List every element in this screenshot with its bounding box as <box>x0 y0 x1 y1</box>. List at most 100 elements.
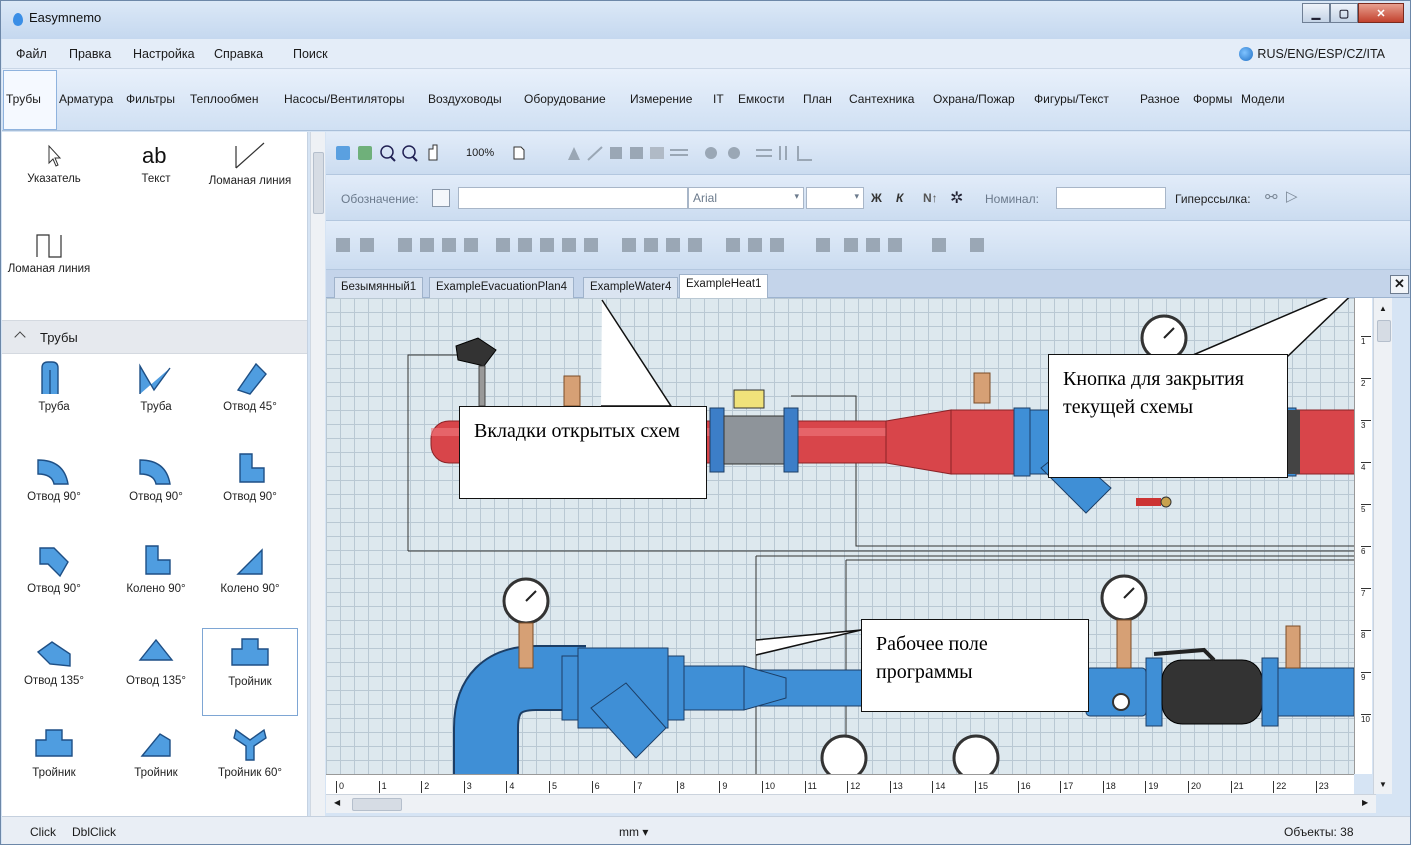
tool-text-label: Текст <box>141 173 171 185</box>
ruler-h-label: 13 <box>889 781 903 793</box>
menu-help[interactable]: Справка <box>214 47 263 61</box>
pipe-item[interactable]: Тройник <box>108 726 204 780</box>
play-icon[interactable]: ▷ <box>1286 187 1298 205</box>
category-it[interactable]: IT <box>713 92 724 106</box>
category-valves[interactable]: Арматура <box>59 92 113 106</box>
category-pipes[interactable]: Трубы <box>6 92 41 106</box>
scroll-left-icon[interactable]: ◀ <box>334 798 340 807</box>
close-window-icon[interactable]: ✕ <box>1358 3 1404 23</box>
pipe-item[interactable]: Тройник <box>6 726 102 780</box>
tab-untitled[interactable]: Безымянный1 <box>334 277 424 298</box>
tab-evacuation-plan[interactable]: ExampleEvacuationPlan4 <box>429 277 575 298</box>
pipe-item[interactable]: Отвод 135° <box>108 634 204 688</box>
link-icon[interactable]: ⚯ <box>1265 188 1278 206</box>
maximize-icon[interactable]: ▢ <box>1330 3 1358 23</box>
workspace-canvas[interactable]: Вкладки открытых схем Кнопка для закрыти… <box>326 298 1354 774</box>
category-models[interactable]: Модели <box>1241 92 1285 106</box>
category-filters[interactable]: Фильтры <box>126 92 175 106</box>
pipe-item[interactable]: Труба <box>108 360 204 414</box>
panel-scrollbar[interactable] <box>310 132 325 816</box>
scroll-down-icon[interactable]: ▼ <box>1379 780 1387 789</box>
canvas-vscroll-thumb[interactable] <box>1377 320 1391 342</box>
pipe-shape-icon <box>37 459 69 485</box>
globe-icon <box>1239 47 1254 61</box>
font-size-select[interactable]: ▾ <box>806 187 864 209</box>
category-tanks[interactable]: Емкости <box>738 92 785 106</box>
italic-button[interactable]: К <box>896 191 903 205</box>
pipe-item[interactable]: Отвод 45° <box>202 360 298 414</box>
panel-scroll-thumb[interactable] <box>313 152 324 214</box>
menu-search[interactable]: Поиск <box>293 47 328 61</box>
pipe-shape-icon <box>140 733 171 757</box>
tool-polyline[interactable]: Ломаная линия <box>202 140 298 188</box>
zoom-level[interactable]: 100% <box>466 147 494 159</box>
pipe-item[interactable]: Колено 90° <box>108 542 204 596</box>
pipe-item-label: Отвод 45° <box>223 401 277 413</box>
category-forms[interactable]: Формы <box>1193 92 1232 106</box>
window-controls: ▁ ▢ ✕ <box>1302 3 1404 23</box>
pipe-item[interactable]: Отвод 135° <box>6 634 102 688</box>
pipe-item-label: Отвод 135° <box>125 675 187 687</box>
tab-heat-active[interactable]: ExampleHeat1 <box>679 274 769 299</box>
units-select[interactable]: mm ▾ <box>619 825 648 839</box>
pipe-item[interactable]: Колено 90° <box>202 542 298 596</box>
pipe-item[interactable]: Отвод 90° <box>6 450 102 504</box>
scroll-up-icon[interactable]: ▲ <box>1379 304 1387 313</box>
language-switch[interactable]: RUS/ENG/ESP/CZ/ITA <box>1239 47 1385 61</box>
designation-input[interactable] <box>458 187 688 209</box>
canvas-horizontal-scrollbar[interactable]: ◀ ▶ <box>326 794 1376 813</box>
status-dblclick: DblClick <box>72 825 117 839</box>
ruler-h-label: 3 <box>463 781 472 793</box>
pipe-item[interactable]: Тройник <box>202 628 298 716</box>
ruler-h-label: 19 <box>1145 781 1158 793</box>
menu-edit[interactable]: Правка <box>69 47 111 61</box>
callout-workspace-text: Рабочее поле программы <box>876 633 988 683</box>
tool-pointer-label: Указатель <box>27 173 81 185</box>
ruler-v-label: 5 <box>1361 504 1371 514</box>
category-security[interactable]: Охрана/Пожар <box>933 92 1015 106</box>
menu-bar: Файл Правка Настройка Справка Поиск RUS/… <box>2 39 1410 69</box>
close-diagram-icon[interactable]: ✕ <box>1390 275 1409 294</box>
nominal-input[interactable] <box>1056 187 1166 209</box>
pipe-shape-icon <box>35 729 73 757</box>
category-plan[interactable]: План <box>803 92 832 106</box>
menu-file[interactable]: Файл <box>16 47 47 61</box>
pipe-item[interactable]: Тройник 60° <box>202 726 298 780</box>
gear-icon[interactable]: ✲ <box>950 188 963 208</box>
ruler-h-label: 7 <box>634 781 642 793</box>
designation-picker-icon[interactable] <box>432 189 450 207</box>
canvas-hscroll-thumb[interactable] <box>352 798 402 811</box>
ruler-v-label: 3 <box>1361 420 1371 430</box>
tab-water[interactable]: ExampleWater4 <box>583 277 679 298</box>
tool-text[interactable]: ab Текст <box>108 142 204 186</box>
font-select[interactable]: Arial ▾ <box>688 187 804 209</box>
pipe-item[interactable]: Отвод 90° <box>108 450 204 504</box>
bold-button[interactable]: Ж <box>871 191 882 205</box>
category-pumps[interactable]: Насосы/Вентиляторы <box>284 92 404 106</box>
ruler-v-label: 4 <box>1361 462 1371 472</box>
pipe-item[interactable]: Отвод 90° <box>202 450 298 504</box>
category-measurement[interactable]: Измерение <box>630 92 692 106</box>
category-misc[interactable]: Разное <box>1140 92 1180 106</box>
category-ducts[interactable]: Воздуховоды <box>428 92 502 106</box>
category-equipment[interactable]: Оборудование <box>524 92 606 106</box>
category-plumbing[interactable]: Сантехника <box>849 92 914 106</box>
canvas-vertical-scrollbar[interactable]: ▲ ▼ <box>1373 298 1392 794</box>
pipe-item[interactable]: Труба <box>6 360 102 414</box>
category-shapes-text[interactable]: Фигуры/Текст <box>1034 92 1109 106</box>
pipe-item-label: Отвод 90° <box>27 583 81 595</box>
text-icon: ab <box>142 143 166 168</box>
menu-settings[interactable]: Настройка <box>133 47 195 61</box>
minimize-icon[interactable]: ▁ <box>1302 3 1330 23</box>
page-icon[interactable] <box>513 146 525 160</box>
ruler-h-label: 6 <box>591 781 600 793</box>
svg-text:ab: ab <box>142 143 166 168</box>
section-pipes-header[interactable]: Трубы <box>2 320 307 354</box>
tool-pointer[interactable]: Указатель <box>6 144 102 186</box>
tool-polyline-rect[interactable]: Ломаная линия <box>6 232 92 276</box>
callout-workspace: Рабочее поле программы <box>861 619 1089 712</box>
category-heat-exchange[interactable]: Теплообмен <box>190 92 258 106</box>
scroll-right-icon[interactable]: ▶ <box>1362 798 1368 807</box>
pipe-item[interactable]: Отвод 90° <box>6 542 102 596</box>
text-direction-icon[interactable]: N↑ <box>923 191 938 205</box>
